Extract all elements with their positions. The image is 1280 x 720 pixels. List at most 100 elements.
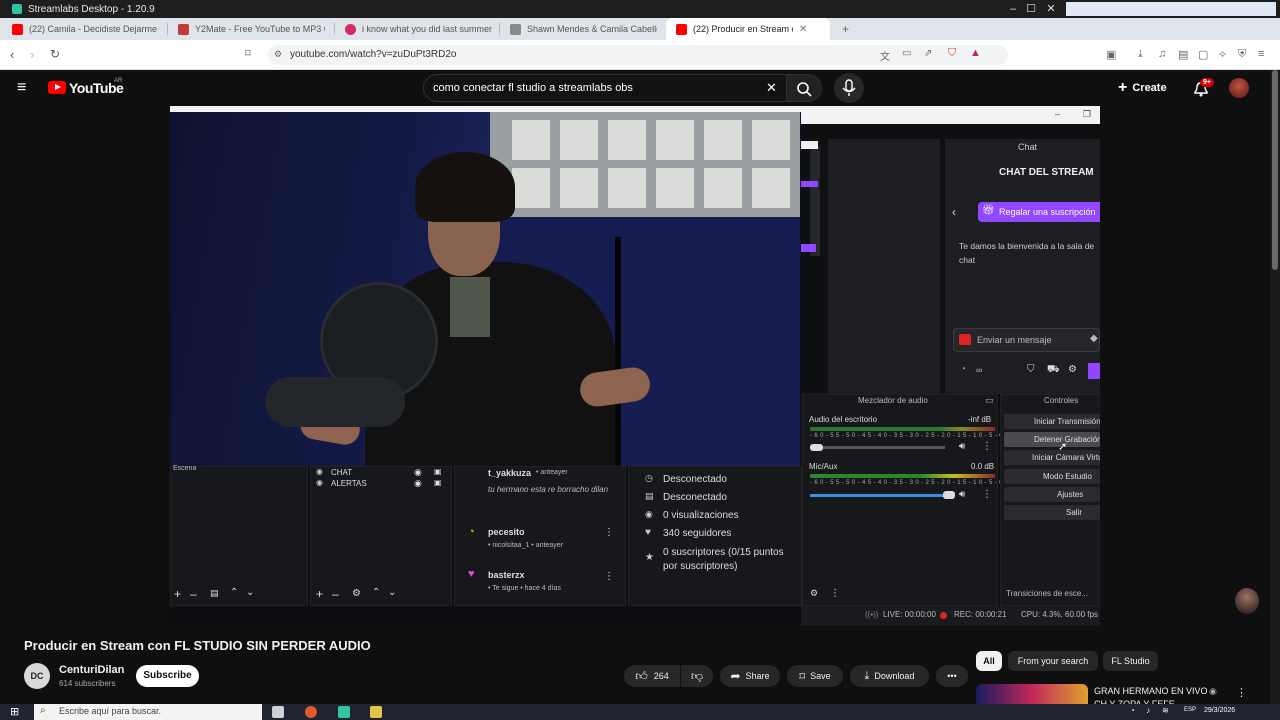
- eye-icon: ◉: [414, 467, 422, 477]
- sidebar-icon[interactable]: ▣: [1106, 48, 1116, 61]
- new-tab-button[interactable]: +: [832, 18, 852, 40]
- language-indicator[interactable]: ESP: [1184, 707, 1196, 713]
- settings-icon: ⚙: [1068, 364, 1077, 375]
- mouse-cursor-icon: ➚: [1058, 441, 1068, 453]
- page-scrollbar[interactable]: [1270, 70, 1280, 704]
- recommendation-title[interactable]: GRAN HERMANO EN VIVO: [1094, 686, 1208, 696]
- brave-browser-icon[interactable]: [305, 706, 317, 718]
- back-icon[interactable]: ‹: [10, 47, 14, 62]
- chip-fl-studio[interactable]: FL Studio: [1103, 651, 1158, 671]
- chip-all[interactable]: All: [976, 651, 1002, 671]
- voice-search-button[interactable]: [834, 73, 864, 103]
- vpn-icon[interactable]: ⛨: [1238, 48, 1246, 61]
- brave-shield-icon[interactable]: ⛉: [948, 47, 956, 60]
- reading-list-icon[interactable]: ▤: [1178, 48, 1188, 61]
- gift-sub-button: 🎁︎ Regalar una suscripción: [978, 202, 1100, 222]
- lock-icon: ▣: [434, 478, 442, 487]
- add-source-icon: +: [316, 587, 324, 601]
- follow-icon: ◔: [468, 526, 475, 538]
- cast-icon[interactable]: ▭: [902, 48, 911, 59]
- more-actions-button[interactable]: •••: [936, 665, 968, 687]
- scene-label: Escena: [173, 465, 197, 472]
- bookmark-icon[interactable]: ⌑: [245, 47, 251, 60]
- search-input[interactable]: como conectar fl studio a streamlabs obs…: [423, 74, 787, 102]
- maximize-icon[interactable]: ☐: [1020, 0, 1042, 18]
- youtube-logo-icon[interactable]: [48, 81, 66, 94]
- music-favicon-icon: [510, 23, 521, 35]
- download-button[interactable]: ⤓ Download: [850, 665, 929, 687]
- volume-tray-icon[interactable]: ♪: [1146, 706, 1150, 715]
- microphone: [265, 377, 405, 427]
- window-title: Streamlabs Desktop - 1.20.9: [28, 3, 155, 15]
- media-icon[interactable]: ♫: [1158, 48, 1166, 60]
- recommendation-thumbnail[interactable]: [976, 684, 1088, 706]
- share-button[interactable]: ➦ Share: [720, 665, 780, 687]
- dislike-button[interactable]: 👎︎: [681, 665, 713, 687]
- close-icon[interactable]: ✕: [1040, 0, 1062, 18]
- remove-scene-icon: –: [190, 587, 197, 601]
- transitions-label: Transiciones de esce...: [1006, 589, 1088, 598]
- file-explorer-icon[interactable]: [370, 706, 382, 718]
- forward-icon[interactable]: ›: [30, 47, 34, 62]
- guitar-neck: [615, 237, 621, 466]
- tab-shawn-mendes[interactable]: Shawn Mendes & Camila Cabello - I: [500, 18, 664, 40]
- level-meter: [810, 427, 995, 431]
- activity-text: tu hermano esta re borracho dilan: [488, 485, 609, 494]
- address-bar[interactable]: ⚙ youtube.com/watch?v=zuDuPt3RD2o 文 ▭ ⇗ …: [268, 45, 1008, 65]
- search-icon: ⌕: [40, 705, 46, 716]
- stat-followers: 340 seguidores: [663, 528, 732, 539]
- channel-avatar[interactable]: DC: [24, 663, 50, 689]
- share-page-icon[interactable]: ⇗: [924, 48, 932, 59]
- thumbs-up-icon: 👍︎: [635, 668, 648, 683]
- lock-icon: ▣: [434, 467, 442, 476]
- video-player[interactable]: – ❐ Chat CHAT DEL STREAM ‹ 🎁︎ Regalar un…: [170, 106, 1100, 626]
- reload-icon[interactable]: ↻: [50, 47, 60, 61]
- account-avatar[interactable]: [1229, 78, 1249, 98]
- channel-name[interactable]: CenturiDilan: [59, 664, 124, 676]
- chat-title: CHAT DEL STREAM: [999, 167, 1094, 178]
- tab-lyrics[interactable]: i know what you did last summer lir: [335, 18, 499, 40]
- search-button[interactable]: [786, 74, 822, 102]
- leo-icon[interactable]: ✧: [1218, 48, 1227, 61]
- heart-icon: ♥: [468, 568, 475, 580]
- more-vert-icon: ⋮: [982, 441, 992, 452]
- subscribe-button[interactable]: Subscribe: [136, 665, 199, 687]
- obs-restore-icon: ❐: [1083, 109, 1092, 119]
- downloads-icon[interactable]: ⤓: [1138, 48, 1143, 61]
- translate-icon[interactable]: 文: [880, 48, 890, 63]
- streamlabs-taskbar-icon[interactable]: [338, 706, 350, 718]
- search-query: como conectar fl studio a streamlabs obs: [433, 82, 633, 94]
- audio-mixer: [802, 394, 998, 606]
- tab-camila[interactable]: (22) Camila - Decidiste Dejarme (Ver:: [2, 18, 166, 40]
- task-view-icon[interactable]: [272, 706, 284, 718]
- wifi-icon[interactable]: ≋: [1162, 706, 1169, 715]
- cpu-stats: CPU: 4.3%, 60.00 fps: [1021, 610, 1098, 619]
- timer-icon: ◔: [960, 364, 967, 375]
- save-button[interactable]: ⌑ Save: [787, 665, 843, 687]
- like-button[interactable]: 👍︎ 264: [624, 665, 680, 687]
- mixer-track-level: 0.0 dB: [971, 462, 995, 471]
- network-icon[interactable]: ◔: [1130, 706, 1135, 715]
- wallet-icon[interactable]: ▢: [1198, 48, 1208, 61]
- create-button[interactable]: + Create: [1118, 74, 1178, 102]
- close-tab-icon[interactable]: ✕: [799, 24, 807, 35]
- taskbar-date[interactable]: 29/3/2026: [1204, 707, 1235, 714]
- site-info-icon[interactable]: ⚙: [274, 49, 282, 60]
- miniplayer-avatar[interactable]: [1235, 588, 1259, 614]
- windows-start-icon[interactable]: ⊞: [10, 705, 19, 718]
- taskbar-search[interactable]: ⌕ Escribe aquí para buscar.: [34, 704, 262, 720]
- hamburger-menu-icon[interactable]: ≡: [17, 79, 26, 97]
- settings-button: Ajustes: [1057, 490, 1084, 499]
- menu-icon[interactable]: ≡: [1258, 48, 1264, 60]
- clear-search-icon[interactable]: ✕: [766, 80, 777, 96]
- youtube-favicon-icon: [676, 23, 687, 35]
- studio-mode-button: Modo Estudio: [1043, 472, 1092, 481]
- chip-from-search[interactable]: From your search: [1008, 651, 1098, 671]
- more-vert-icon[interactable]: ⋮: [1236, 686, 1247, 699]
- rewards-icon[interactable]: ▲: [970, 47, 981, 59]
- rec-dot-icon: [940, 612, 947, 619]
- tab-active-video[interactable]: (22) Producir en Stream con FL S ✕: [666, 18, 830, 40]
- tab-y2mate[interactable]: Y2Mate - Free YouTube to MP3 Conv: [168, 18, 334, 40]
- y2mate-favicon-icon: [178, 23, 189, 35]
- share-icon: ➦: [730, 669, 741, 683]
